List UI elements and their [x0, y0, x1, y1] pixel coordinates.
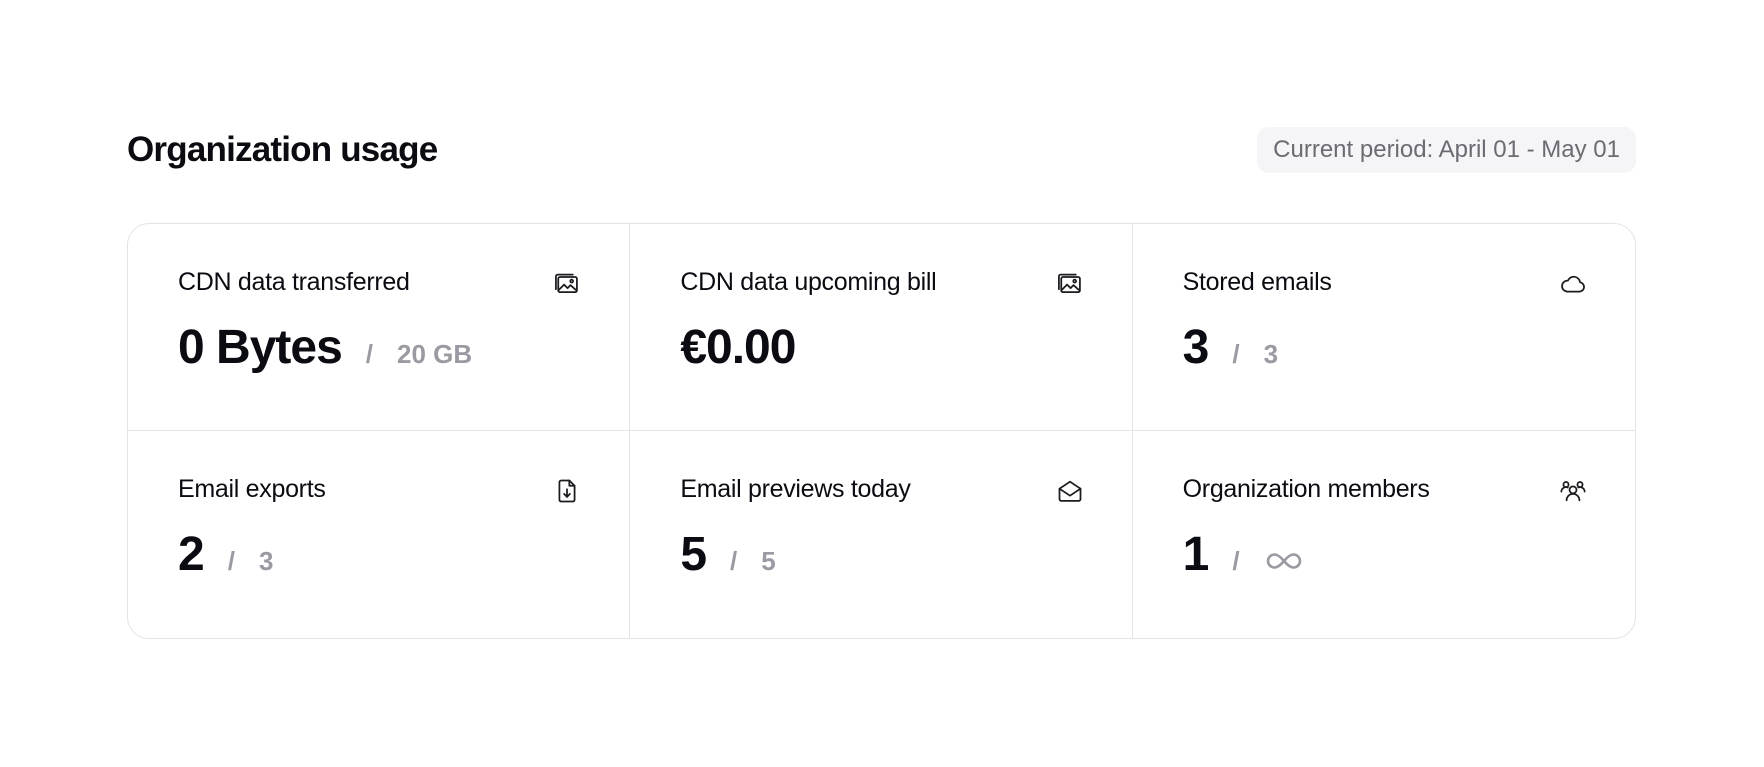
- card-cdn-data-transferred: CDN data transferred 0 Bytes / 20 GB: [128, 224, 631, 431]
- usage-page: Organization usage Current period: April…: [0, 0, 1764, 767]
- card-separator: /: [1232, 339, 1240, 369]
- card-cdn-data-upcoming-bill: CDN data upcoming bill €0.00: [630, 224, 1133, 431]
- image-icon: [553, 270, 581, 298]
- card-stored-emails: Stored emails 3 / 3: [1132, 224, 1635, 431]
- card-separator: /: [365, 339, 373, 369]
- card-value: 1: [1182, 528, 1210, 581]
- users-icon: [1559, 477, 1587, 505]
- card-label: Organization members: [1182, 475, 1430, 503]
- card-label: Email exports: [178, 475, 326, 503]
- card-value-row: €0.00: [680, 320, 796, 375]
- card-limit: 3: [1263, 339, 1279, 369]
- card-value: 2: [178, 528, 205, 581]
- card-value-row: 1 /: [1183, 527, 1306, 582]
- page-title: Organization usage: [127, 130, 438, 169]
- card-limit: 3: [258, 546, 274, 576]
- image-icon: [1056, 270, 1084, 298]
- card-value: 5: [680, 528, 707, 581]
- card-value-row: 5 / 5: [680, 527, 775, 582]
- mail-open-icon: [1056, 477, 1084, 505]
- card-separator: /: [227, 546, 235, 576]
- card-email-previews-today: Email previews today 5 / 5: [630, 431, 1133, 638]
- usage-grid: CDN data transferred 0 Bytes / 20 GB CDN…: [127, 223, 1636, 639]
- infinity-icon: [1262, 550, 1306, 572]
- card-separator: /: [730, 546, 738, 576]
- card-value-row: 3 / 3: [1183, 320, 1278, 375]
- usage-header: Organization usage Current period: April…: [127, 124, 1636, 176]
- card-value-row: 0 Bytes / 20 GB: [178, 320, 472, 375]
- card-organization-members: Organization members 1 /: [1133, 431, 1635, 638]
- card-value-row: 2 / 3: [178, 527, 273, 582]
- card-email-exports: Email exports 2 / 3: [128, 431, 631, 638]
- card-value: 0 Bytes: [178, 321, 343, 374]
- card-limit: 20 GB: [397, 339, 473, 369]
- card-value: 3: [1182, 321, 1210, 374]
- period-badge: Current period: April 01 - May 01: [1257, 127, 1636, 173]
- card-label: CDN data upcoming bill: [680, 268, 937, 296]
- file-download-icon: [553, 477, 581, 505]
- card-separator: /: [1232, 546, 1240, 576]
- card-value: €0.00: [680, 321, 796, 374]
- card-label: CDN data transferred: [178, 268, 410, 296]
- card-label: Email previews today: [680, 475, 911, 503]
- card-label: Stored emails: [1182, 268, 1332, 296]
- cloud-icon: [1559, 270, 1587, 298]
- card-limit: 5: [761, 546, 776, 576]
